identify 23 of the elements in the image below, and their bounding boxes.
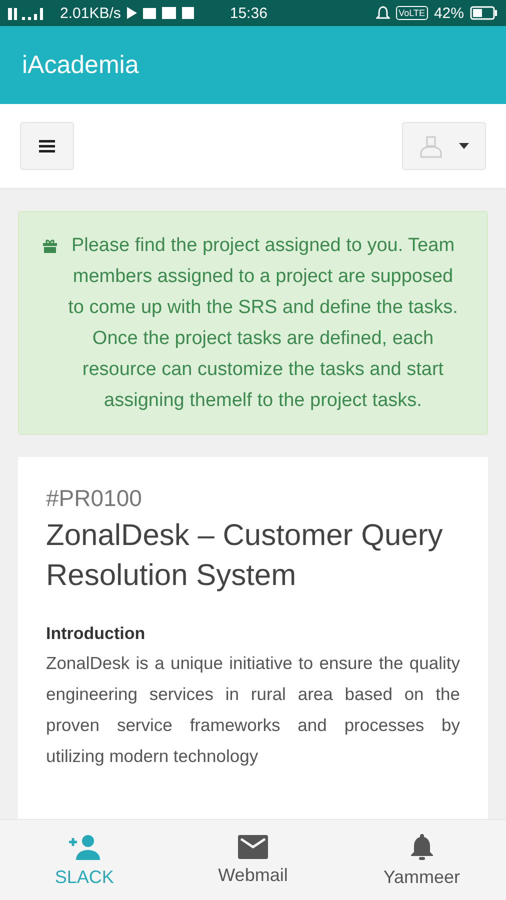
nav-tab[interactable]: Webmail (168, 820, 338, 900)
caret-icon (459, 143, 469, 149)
gift-icon (43, 239, 57, 253)
menu-icon (39, 139, 55, 153)
project-title: ZonalDesk – Customer Query Resolution System (46, 518, 444, 594)
nav-tab[interactable]: Yammeer (337, 820, 506, 900)
user-icon (419, 134, 443, 158)
battery-icon (470, 6, 498, 20)
play-icon (126, 7, 137, 19)
alert-message: Please find the project assigned to you. Team members assigned to a project are supposed to come up with the SRS and define the tasks. Once the project tasks are defined, each resource can customize the tasks and start assigning themelf to the project tasks. (67, 234, 459, 413)
bell-icon (410, 832, 434, 860)
alarm-icon (376, 6, 390, 20)
menu-button[interactable] (20, 122, 74, 170)
project-description: ZonalDesk is a unique initiative to ensure the quality engineering services in rural area based on the proven service frameworks and processes by utilizing modern technology (46, 652, 460, 768)
network-speed: 2.01KB/s (60, 4, 121, 22)
battery-level: 42% (434, 4, 464, 22)
volte-badge: VoLTE (396, 6, 428, 20)
clock: 15:36 (230, 4, 268, 22)
project-code: #PR0100 (46, 485, 143, 512)
add-person-icon (67, 832, 102, 860)
mail-icon (238, 834, 268, 858)
app-title: iAcademia (22, 50, 139, 80)
section-heading: Introduction (46, 624, 146, 644)
